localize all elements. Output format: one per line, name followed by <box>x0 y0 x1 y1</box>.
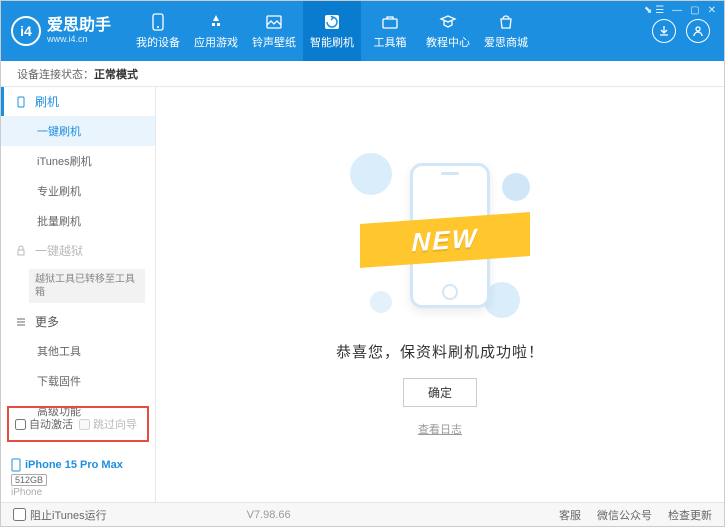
logo-icon: i4 <box>11 16 41 46</box>
block-itunes-checkbox[interactable] <box>13 508 26 521</box>
apps-icon <box>207 13 225 31</box>
main-content: NEW 恭喜您，保资料刷机成功啦！ 确定 查看日志 <box>156 87 724 502</box>
device-icon <box>149 13 167 31</box>
nav-flash[interactable]: 智能刷机 <box>303 1 361 61</box>
lock-icon <box>15 245 29 257</box>
app-header: i4 爱思助手 www.i4.cn 我的设备 应用游戏 铃声壁纸 智能刷机 工具… <box>1 1 724 61</box>
block-itunes-label: 阻止iTunes运行 <box>30 507 107 523</box>
menu-icon <box>15 316 29 328</box>
checkbox-skip-guide[interactable]: 跳过向导 <box>79 416 137 432</box>
tutorial-icon <box>439 13 457 31</box>
device-name: iPhone 15 Pro Max <box>25 459 123 471</box>
sidebar-section-jailbreak: 一键越狱 <box>1 236 155 265</box>
nav-ringtones[interactable]: 铃声壁纸 <box>245 1 303 61</box>
sidebar-item-download-fw[interactable]: 下载固件 <box>1 366 155 396</box>
dropdown-icon[interactable]: ⬊ ☰ <box>644 5 664 16</box>
close-button[interactable]: ✕ <box>708 5 716 16</box>
sidebar-item-oneclick[interactable]: 一键刷机 <box>1 116 155 146</box>
download-button[interactable] <box>652 19 676 43</box>
sidebar-item-othertools[interactable]: 其他工具 <box>1 336 155 366</box>
version-label: V7.98.66 <box>247 509 291 521</box>
toolbox-icon <box>381 13 399 31</box>
options-highlight-box: 自动激活 跳过向导 <box>7 406 149 442</box>
phone-icon <box>15 96 29 108</box>
nav-tutorials[interactable]: 教程中心 <box>419 1 477 61</box>
sidebar-section-flash[interactable]: 刷机 <box>1 87 155 116</box>
device-type: iPhone <box>11 487 42 498</box>
user-button[interactable] <box>686 19 710 43</box>
device-info[interactable]: iPhone 15 Pro Max 512GB iPhone <box>11 458 123 498</box>
sidebar: 刷机 一键刷机 iTunes刷机 专业刷机 批量刷机 一键越狱 越狱工具已转移至… <box>1 87 156 502</box>
checkbox-auto-activate[interactable]: 自动激活 <box>15 416 73 432</box>
flash-icon <box>323 13 341 31</box>
jailbreak-note: 越狱工具已转移至工具箱 <box>29 269 145 303</box>
success-message: 恭喜您，保资料刷机成功啦！ <box>336 341 544 362</box>
footer: 阻止iTunes运行 V7.98.66 客服 微信公众号 检查更新 <box>1 502 724 526</box>
device-storage: 512GB <box>11 474 47 486</box>
main-nav: 我的设备 应用游戏 铃声壁纸 智能刷机 工具箱 教程中心 爱思商城 <box>129 1 535 61</box>
success-illustration: NEW <box>330 143 550 323</box>
app-name: 爱思助手 <box>47 18 111 34</box>
ok-button[interactable]: 确定 <box>403 378 477 407</box>
sidebar-item-pro[interactable]: 专业刷机 <box>1 176 155 206</box>
view-log-link[interactable]: 查看日志 <box>418 421 462 437</box>
sidebar-section-more[interactable]: 更多 <box>1 307 155 336</box>
minimize-button[interactable]: — <box>672 5 682 16</box>
nav-toolbox[interactable]: 工具箱 <box>361 1 419 61</box>
nav-store[interactable]: 爱思商城 <box>477 1 535 61</box>
footer-update[interactable]: 检查更新 <box>668 507 712 523</box>
nav-my-device[interactable]: 我的设备 <box>129 1 187 61</box>
new-banner: NEW <box>360 212 530 268</box>
device-icon <box>11 458 21 472</box>
maximize-button[interactable]: ▢ <box>690 5 699 16</box>
store-icon <box>497 13 515 31</box>
footer-support[interactable]: 客服 <box>559 507 581 523</box>
app-logo: i4 爱思助手 www.i4.cn <box>11 16 111 46</box>
footer-wechat[interactable]: 微信公众号 <box>597 507 652 523</box>
wallpaper-icon <box>265 13 283 31</box>
nav-apps[interactable]: 应用游戏 <box>187 1 245 61</box>
sidebar-item-itunes[interactable]: iTunes刷机 <box>1 146 155 176</box>
sidebar-item-batch[interactable]: 批量刷机 <box>1 206 155 236</box>
connection-status: 设备连接状态：正常模式 <box>1 61 724 87</box>
app-url: www.i4.cn <box>47 34 111 44</box>
